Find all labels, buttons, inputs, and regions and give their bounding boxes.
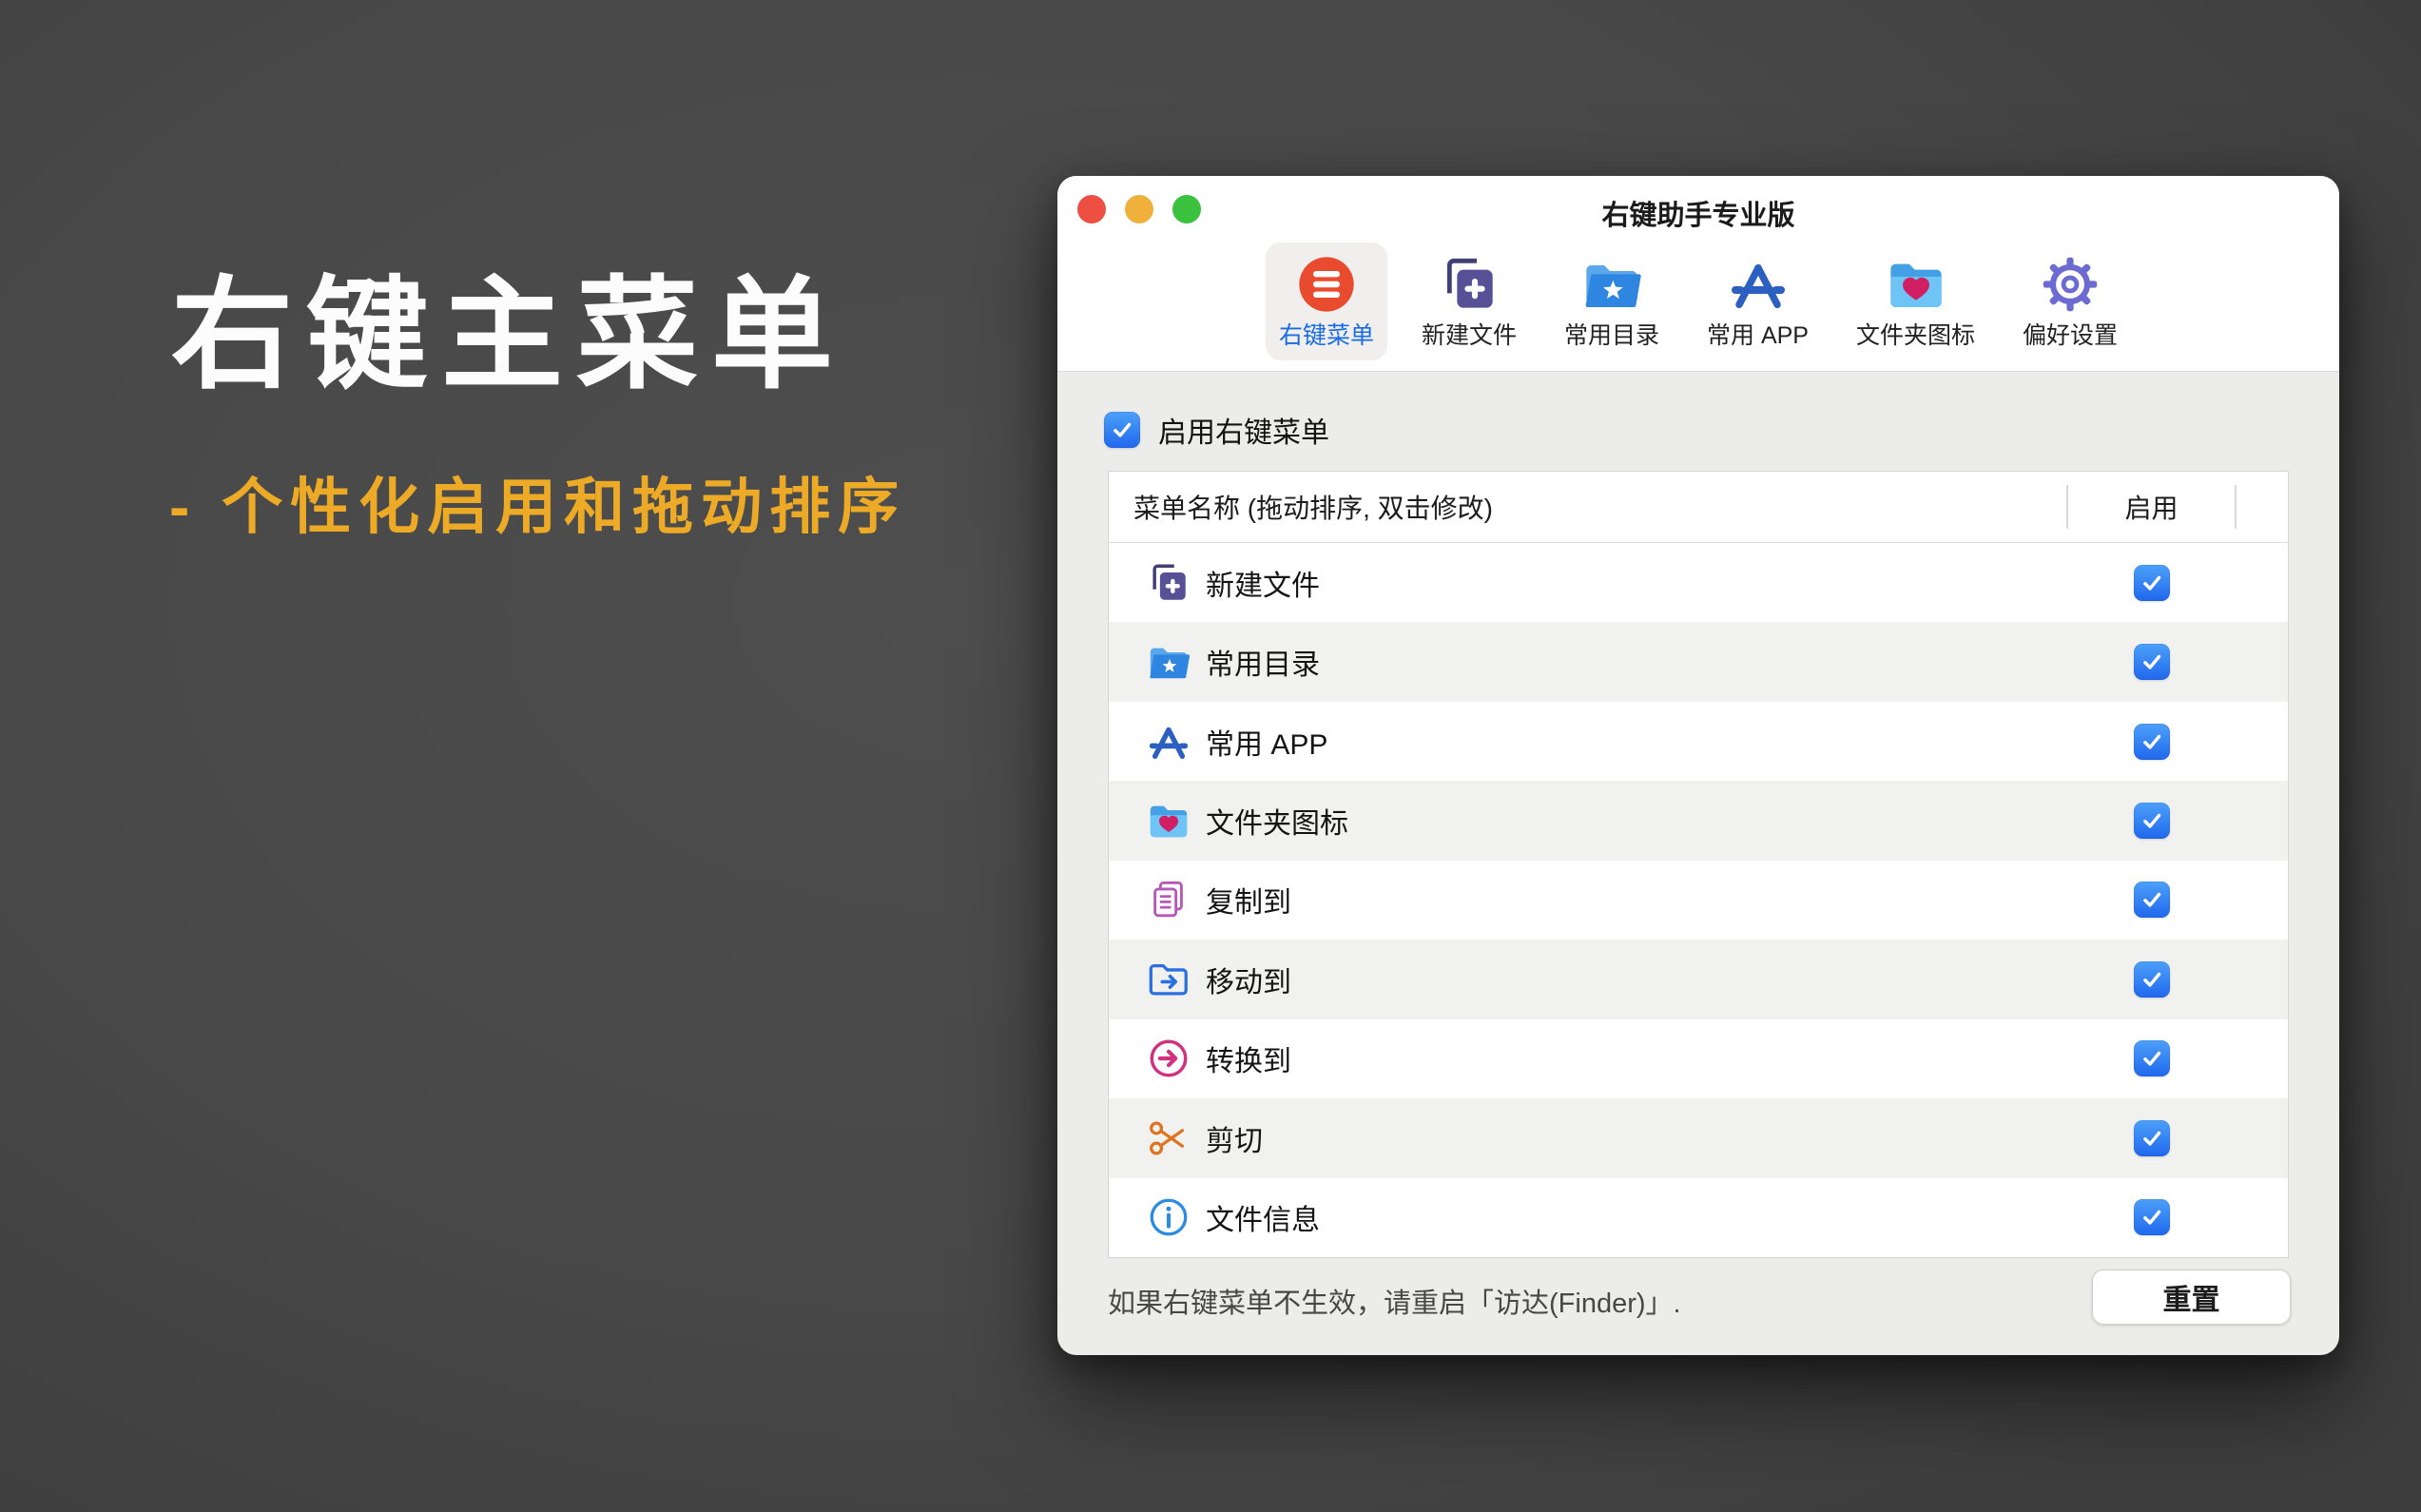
menu-table: 菜单名称 (拖动排序, 双击修改) 启用 新建文件常用目录常用 APP 文件夹图标… (1108, 471, 2289, 1258)
menu-circle-icon (1296, 254, 1357, 315)
row-label: 常用 APP (1206, 728, 1328, 761)
folder-heart-icon (1886, 254, 1946, 315)
toolbar-item-preferences[interactable]: 偏好设置 (2009, 242, 2131, 360)
row-checkbox-file-info[interactable] (2134, 1199, 2170, 1236)
row-label: 剪切 (1206, 1125, 1263, 1157)
folder-arrow-icon (1147, 958, 1191, 1001)
row-checkbox-new-file[interactable] (2134, 564, 2170, 601)
folder-star-icon (1147, 640, 1191, 684)
table-row-copy-to[interactable]: 复制到 (1109, 860, 2288, 940)
row-checkbox-favorite-apps[interactable] (2134, 723, 2170, 760)
column-header-name: 菜单名称 (拖动排序, 双击修改) (1133, 494, 1493, 523)
window-content: 启用右键菜单 菜单名称 (拖动排序, 双击修改) 启用 新建文件常用目录常用 A… (1057, 372, 2339, 1355)
appstore-a-icon (1147, 720, 1191, 764)
enable-right-click-label: 启用右键菜单 (1158, 417, 1329, 449)
column-header-enabled: 启用 (2124, 494, 2179, 523)
row-checkbox-copy-to[interactable] (2134, 882, 2170, 919)
toolbar-item-new-file[interactable]: 新建文件 (1408, 242, 1530, 360)
row-label: 文件信息 (1206, 1205, 1320, 1237)
toolbar-item-label: 常用目录 (1564, 322, 1660, 349)
row-label: 常用目录 (1206, 649, 1320, 682)
table-row-convert-to[interactable]: 转换到 (1109, 1018, 2288, 1099)
enable-right-click-row: 启用右键菜单 (1104, 409, 1329, 451)
row-checkbox-folder-icons[interactable] (2134, 803, 2170, 840)
table-row-file-info[interactable]: 文件信息 (1109, 1177, 2288, 1257)
copy-pages-icon (1147, 878, 1191, 921)
row-label: 复制到 (1206, 887, 1291, 920)
table-row-move-to[interactable]: 移动到 (1109, 940, 2288, 1019)
appstore-a-icon (1728, 254, 1789, 315)
row-checkbox-convert-to[interactable] (2134, 1040, 2170, 1077)
toolbar-item-right-click-menu[interactable]: 右键菜单 (1265, 242, 1387, 360)
table-row-folder-icons[interactable]: 文件夹图标 (1109, 781, 2288, 861)
window-title: 右键助手专业版 (1601, 201, 1795, 231)
hero-title: 右键主菜单 (171, 267, 847, 403)
circle-arrow-icon (1147, 1037, 1191, 1080)
row-checkbox-cut[interactable] (2134, 1119, 2170, 1156)
toolbar-item-folder-icons[interactable]: 文件夹图标 (1843, 242, 1988, 360)
toolbar-item-label: 文件夹图标 (1856, 322, 1976, 349)
toolbar-item-favorite-folders[interactable]: 常用目录 (1551, 242, 1673, 360)
app-window: 右键助手专业版 右键菜单 新建文件 常用目录 常用 APP 文件夹图标 偏好设置 启用右键… (1057, 176, 2339, 1355)
reset-button[interactable]: 重置 (2092, 1270, 2291, 1325)
gear-icon (2040, 254, 2101, 315)
row-checkbox-move-to[interactable] (2134, 960, 2170, 998)
info-circle-icon (1147, 1195, 1191, 1239)
toolbar-item-favorite-apps[interactable]: 常用 APP (1694, 242, 1822, 360)
toolbar: 右键菜单 新建文件 常用目录 常用 APP 文件夹图标 偏好设置 (1057, 242, 2339, 360)
row-label: 新建文件 (1206, 570, 1320, 602)
table-row-favorite-folders[interactable]: 常用目录 (1109, 622, 2288, 702)
table-row-cut[interactable]: 剪切 (1109, 1098, 2288, 1178)
toolbar-item-label: 右键菜单 (1278, 322, 1374, 349)
toolbar-item-label: 常用 APP (1707, 322, 1809, 349)
new-file-icon (1147, 561, 1191, 605)
window-header: 右键助手专业版 右键菜单 新建文件 常用目录 常用 APP 文件夹图标 偏好设置 (1057, 176, 2339, 372)
table-header: 菜单名称 (拖动排序, 双击修改) 启用 (1109, 472, 2288, 543)
table-row-new-file[interactable]: 新建文件 (1109, 543, 2288, 623)
toolbar-item-label: 新建文件 (1421, 322, 1517, 349)
column-divider (2235, 485, 2237, 529)
toolbar-item-label: 偏好设置 (2023, 322, 2119, 349)
table-row-favorite-apps[interactable]: 常用 APP (1109, 701, 2288, 782)
row-label: 转换到 (1206, 1046, 1291, 1078)
row-label: 移动到 (1206, 966, 1291, 998)
new-file-icon (1439, 254, 1500, 315)
row-label: 文件夹图标 (1206, 808, 1348, 841)
scissors-icon (1147, 1116, 1191, 1160)
row-checkbox-favorite-folders[interactable] (2134, 644, 2170, 681)
hero-subtitle: - 个性化启用和拖动排序 (169, 473, 907, 541)
table-rows: 新建文件常用目录常用 APP 文件夹图标复制到移动到转换到剪切文件信息 (1109, 543, 2288, 1257)
folder-star-icon (1581, 254, 1642, 315)
folder-heart-icon (1147, 799, 1191, 843)
footer-hint: 如果右键菜单不生效，请重启「访达(Finder)」. (1108, 1289, 1681, 1319)
enable-right-click-checkbox[interactable] (1104, 412, 1140, 448)
